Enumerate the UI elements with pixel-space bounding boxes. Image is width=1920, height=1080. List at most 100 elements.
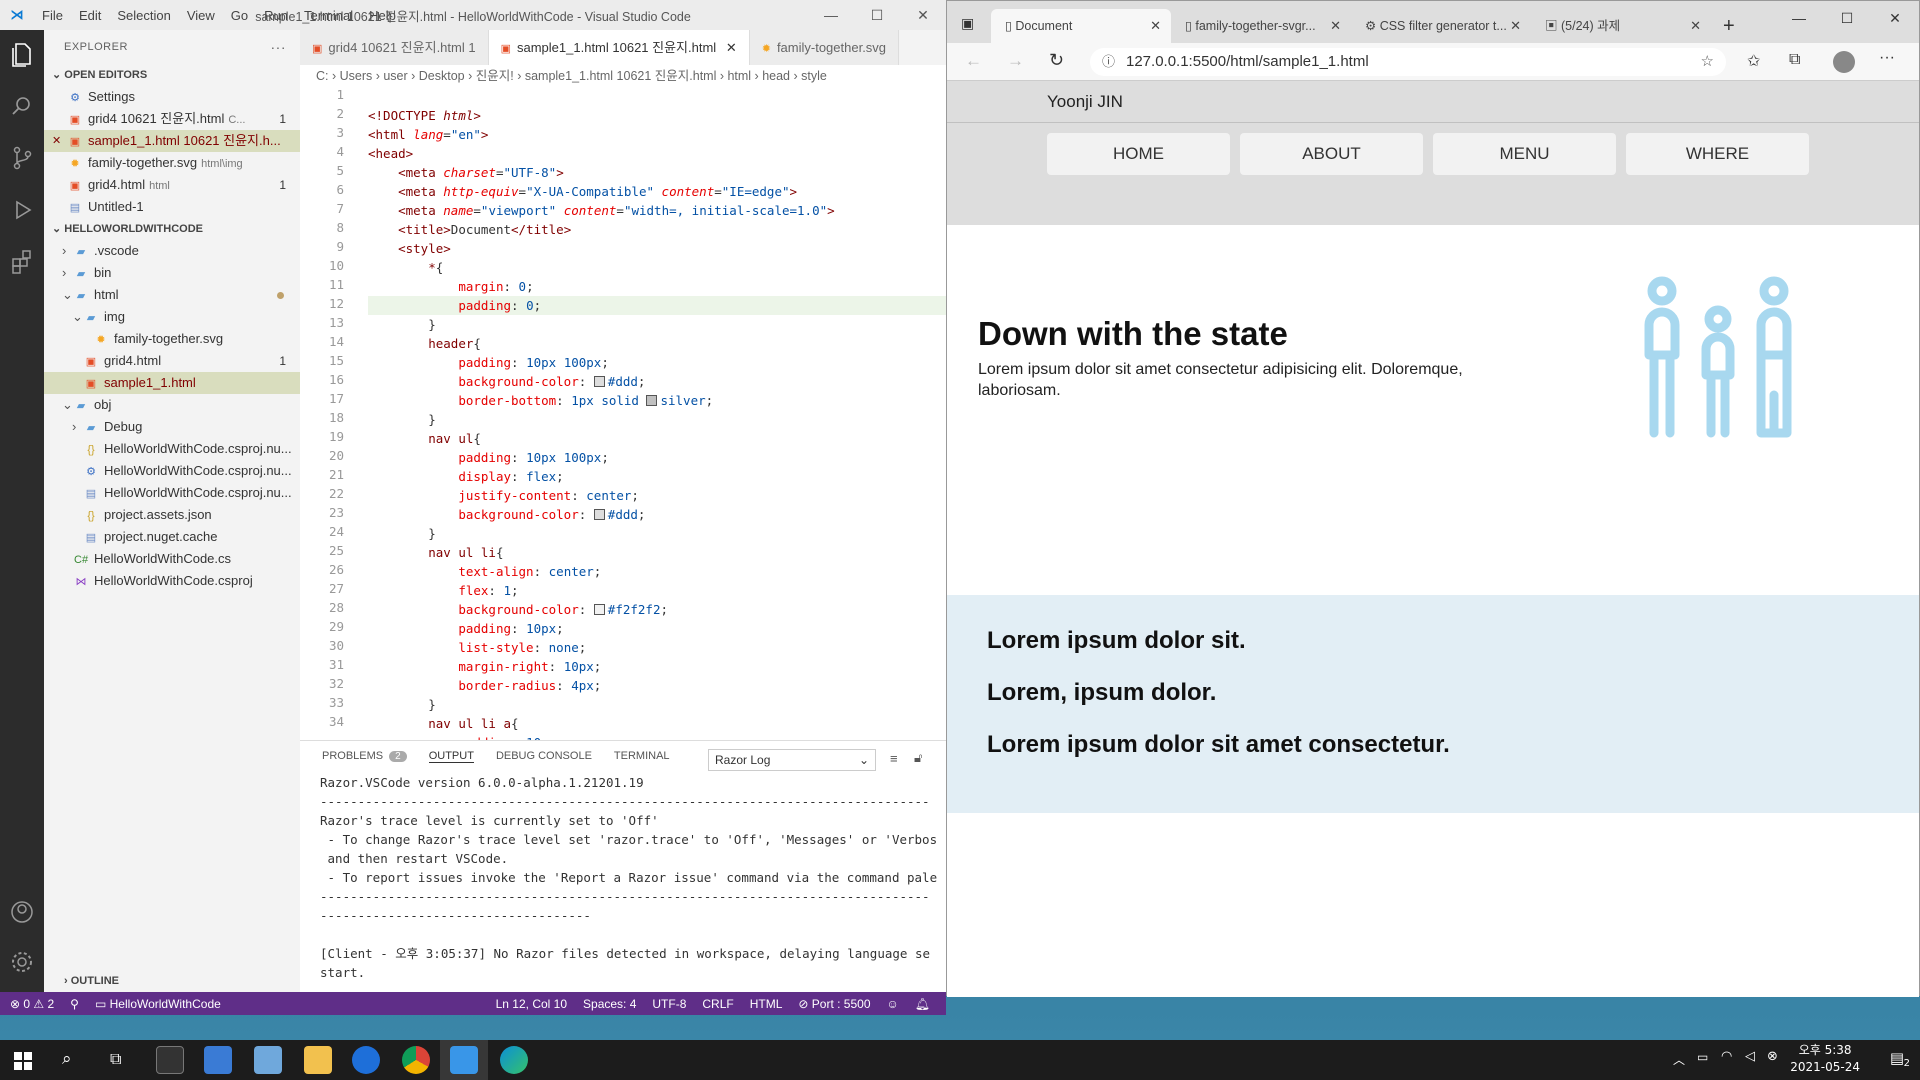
- menu-go[interactable]: Go: [223, 8, 256, 23]
- tree-item-csproj[interactable]: ⋈ HelloWorldWithCode.csproj: [44, 570, 300, 592]
- indentation-status[interactable]: Spaces: 4: [583, 997, 636, 1011]
- clear-output-icon[interactable]: ≡: [890, 751, 898, 766]
- address-bar[interactable]: ⓘ 127.0.0.1:5500/html/sample1_1.html ☆: [1090, 48, 1726, 76]
- browser-tab[interactable]: ▯ Document ✕: [991, 9, 1171, 43]
- editor-tab[interactable]: ▣ sample1_1.html 10621 진윤지.html ✕: [488, 30, 750, 65]
- panel-tab-terminal[interactable]: TERMINAL: [614, 750, 670, 762]
- source-control-icon[interactable]: [8, 144, 36, 172]
- extensions-icon[interactable]: [8, 248, 36, 276]
- tree-item-folder[interactable]: › ▰ .vscode: [44, 240, 300, 262]
- file-explorer-icon[interactable]: [304, 1046, 332, 1074]
- tree-item-folder[interactable]: ⌄ ▰ img: [44, 306, 300, 328]
- chrome-app-icon[interactable]: [402, 1046, 430, 1074]
- browser-tab[interactable]: ▯ family-together-svgr... ✕: [1171, 9, 1351, 43]
- menu-terminal[interactable]: Terminal: [296, 8, 361, 23]
- open-editor-item[interactable]: ✹ family-together.svg html\img: [44, 152, 300, 174]
- forward-button[interactable]: →: [1007, 51, 1024, 71]
- menu-selection[interactable]: Selection: [109, 8, 178, 23]
- tree-item-html[interactable]: ▣ grid4.html 1: [44, 350, 300, 372]
- profile-avatar[interactable]: [1833, 51, 1855, 73]
- remote-icon[interactable]: ⚲: [70, 997, 79, 1011]
- close-tab-icon[interactable]: ✕: [1330, 9, 1341, 43]
- panel-tab-debug-console[interactable]: DEBUG CONSOLE: [496, 750, 592, 762]
- edge-app-icon[interactable]: [500, 1046, 528, 1074]
- internet-explorer-icon[interactable]: [352, 1046, 380, 1074]
- browser-tab[interactable]: ⚙ CSS filter generator t... ✕: [1351, 9, 1531, 43]
- tree-item-folder[interactable]: › ▰ Debug: [44, 416, 300, 438]
- language-status[interactable]: HTML: [750, 997, 783, 1011]
- menu-view[interactable]: View: [179, 8, 223, 23]
- task-view-icon[interactable]: ⧉: [110, 1049, 121, 1069]
- chevron-right-icon[interactable]: ›: [72, 416, 84, 438]
- open-editor-item[interactable]: ✕ ▣ sample1_1.html 10621 진윤지.h...: [44, 130, 300, 152]
- remote-desktop-app-icon[interactable]: [204, 1046, 232, 1074]
- favorites-icon[interactable]: ✩: [1747, 51, 1760, 71]
- workspace-header[interactable]: ⌄ HELLOWORLDWITHCODE: [44, 218, 300, 240]
- problems-status[interactable]: ⊗ 0 ⚠ 2: [10, 997, 54, 1011]
- close-button[interactable]: ✕: [900, 0, 946, 30]
- maximize-button[interactable]: ☐: [854, 0, 900, 30]
- live-server-port[interactable]: ⊘ Port : 5500: [798, 997, 870, 1011]
- editor-tab[interactable]: ✹ family-together.svg: [749, 30, 900, 65]
- terminal-app-icon[interactable]: [156, 1046, 184, 1074]
- lock-scroll-icon[interactable]: 🔓︎: [914, 750, 922, 766]
- menu-file[interactable]: File: [34, 8, 71, 23]
- collections-icon[interactable]: ⧉: [1789, 51, 1800, 69]
- menu-edit[interactable]: Edit: [71, 8, 109, 23]
- tree-item-file[interactable]: ▤ project.nuget.cache: [44, 526, 300, 548]
- notifications-bell-icon[interactable]: 🔔︎: [915, 997, 930, 1011]
- open-editor-item[interactable]: ▣ grid4 10621 진윤지.html C... 1: [44, 108, 300, 130]
- back-button[interactable]: ←: [965, 51, 982, 71]
- close-tab-icon[interactable]: ✕: [1150, 9, 1161, 43]
- breadcrumb[interactable]: C: › Users › user › Desktop › 진윤지! › sam…: [300, 65, 946, 87]
- start-windows-icon[interactable]: [14, 1052, 32, 1070]
- notes-app-icon[interactable]: [254, 1046, 282, 1074]
- tree-item-json[interactable]: {} project.assets.json: [44, 504, 300, 526]
- panel-tab-problems[interactable]: PROBLEMS 2: [322, 750, 407, 762]
- nav-link-home[interactable]: HOME: [1047, 133, 1230, 175]
- notification-center-icon[interactable]: ▤: [1890, 1049, 1904, 1067]
- chevron-down-icon[interactable]: ⌄: [62, 394, 74, 416]
- open-editor-item[interactable]: ▣ grid4.html html 1: [44, 174, 300, 196]
- feedback-icon[interactable]: ☺: [887, 997, 899, 1011]
- code-editor[interactable]: 1 2 3 4 5 6 7 8 9 10 11 12 13 14 15 16 17 18 19 20 21 22 23 24 2…: [300, 87, 946, 740]
- browser-minimize-button[interactable]: —: [1775, 1, 1823, 35]
- outline-section[interactable]: › OUTLINE: [44, 970, 300, 992]
- manage-gear-icon[interactable]: [8, 948, 36, 976]
- menu-run[interactable]: Run: [256, 8, 296, 23]
- tree-item-folder[interactable]: › ▰ bin: [44, 262, 300, 284]
- chevron-right-icon[interactable]: ›: [62, 262, 74, 284]
- chevron-right-icon[interactable]: ›: [62, 240, 74, 262]
- output-channel-select[interactable]: Razor Log ⌄: [708, 749, 876, 771]
- nav-link-menu[interactable]: MENU: [1433, 133, 1616, 175]
- settings-more-icon[interactable]: ···: [1879, 49, 1895, 67]
- panel-tab-output[interactable]: OUTPUT: [428, 750, 474, 763]
- menu-help[interactable]: Help: [361, 8, 404, 23]
- chevron-down-icon[interactable]: ⌄: [72, 306, 84, 328]
- chevron-down-icon[interactable]: ⌄: [62, 284, 74, 306]
- browser-close-button[interactable]: ✕: [1871, 1, 1919, 35]
- tree-item-gear[interactable]: ⚙ HelloWorldWithCode.csproj.nu...: [44, 460, 300, 482]
- tree-item-json[interactable]: {} HelloWorldWithCode.csproj.nu...: [44, 438, 300, 460]
- cursor-position[interactable]: Ln 12, Col 10: [496, 997, 567, 1011]
- site-info-icon[interactable]: ⓘ: [1102, 48, 1115, 76]
- close-tab-icon[interactable]: ✕: [1690, 9, 1701, 43]
- tab-actions-icon[interactable]: ▣: [961, 15, 974, 32]
- tree-item-svg[interactable]: ✹ family-together.svg: [44, 328, 300, 350]
- tree-item-file[interactable]: ▤ HelloWorldWithCode.csproj.nu...: [44, 482, 300, 504]
- nav-link-where[interactable]: WHERE: [1626, 133, 1809, 175]
- tree-item-folder[interactable]: ⌄ ▰ html: [44, 284, 300, 306]
- run-debug-icon[interactable]: [8, 196, 36, 224]
- nav-link-about[interactable]: ABOUT: [1240, 133, 1423, 175]
- battery-icon[interactable]: ▭: [1697, 1050, 1708, 1064]
- wifi-icon[interactable]: ◠: [1721, 1049, 1732, 1064]
- network-status-icon[interactable]: ⊗: [1767, 1049, 1778, 1064]
- browser-tab[interactable]: ▣ (5/24) 과제 ✕: [1531, 9, 1711, 43]
- browser-maximize-button[interactable]: ☐: [1823, 1, 1871, 35]
- open-editors-header[interactable]: ⌄ OPEN EDITORS: [44, 64, 300, 86]
- account-icon[interactable]: [8, 898, 36, 926]
- close-tab-icon[interactable]: ✕: [722, 40, 737, 55]
- volume-icon[interactable]: ◁: [1745, 1049, 1755, 1064]
- refresh-button[interactable]: ↻: [1049, 50, 1064, 71]
- encoding-status[interactable]: UTF-8: [652, 997, 686, 1011]
